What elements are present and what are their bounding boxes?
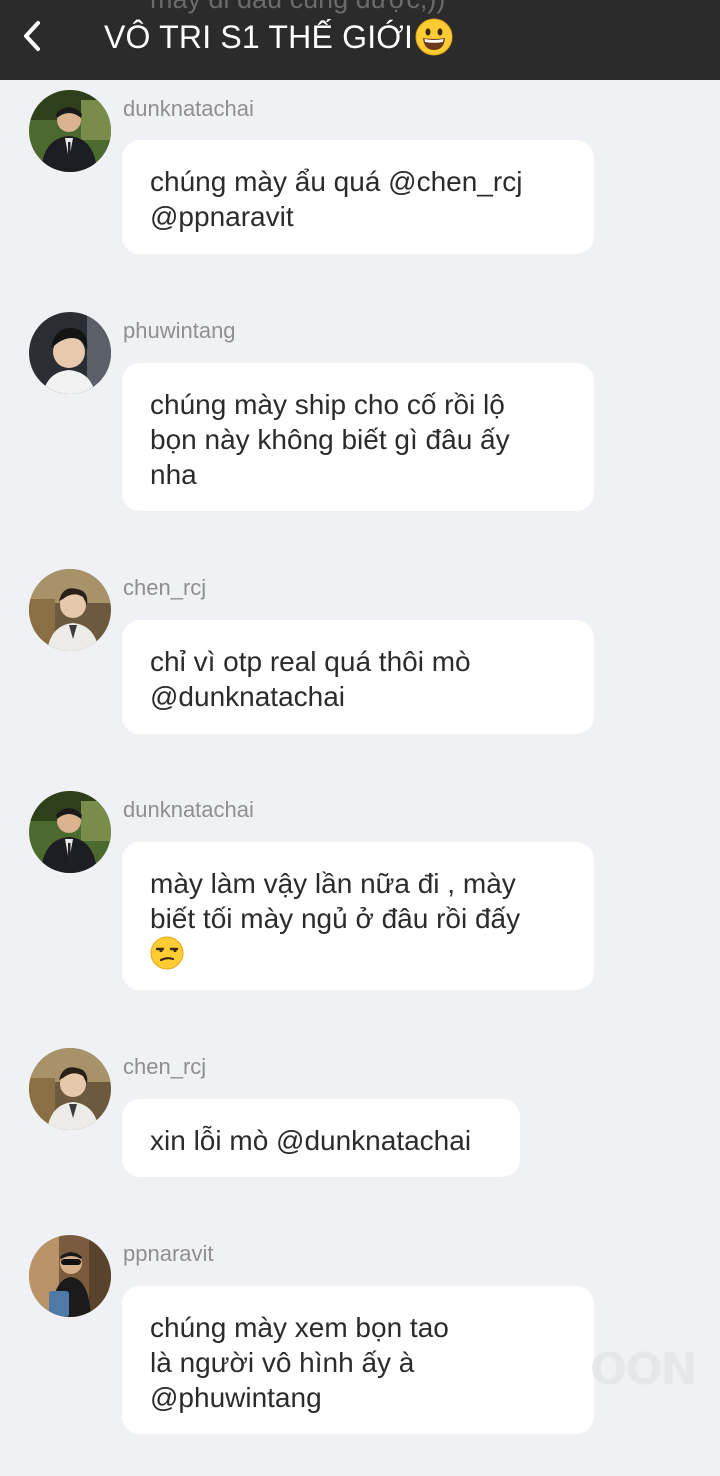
message-text-line: nha [150,459,197,490]
message-username: chen_rcj [123,575,207,600]
back-button[interactable] [10,14,54,58]
message-username: chen_rcj [123,1054,207,1079]
avatar-chen_rcj[interactable] [29,569,111,651]
message-emoji-line [150,936,566,978]
message-text-line: @dunknatachai [150,681,346,712]
avatar-dunknatachai[interactable] [29,791,111,873]
message-text-line: chỉ vì otp real quá thôi mò [150,646,471,677]
message-text-line: là người vô hình ấy à [150,1347,415,1378]
chevron-left-icon [24,21,40,51]
message-text-line: biết tối mày ngủ ở đâu rồi đấy [150,903,521,934]
message-bubble: mày làm vậy lần nữa đi , mày biết tối mà… [122,842,594,990]
message-text-line: @phuwintang [150,1382,322,1413]
message-text-line: chúng mày xem bọn tao [150,1312,449,1343]
message-text-line: xin lỗi mò @dunknatachai [150,1125,472,1156]
avatar-dunknatachai[interactable] [29,90,111,172]
unamused-face-icon [150,936,184,978]
message-bubble: chúng mày xem bọn tao là người vô hình ấ… [122,1286,594,1434]
chat-title-text: VÔ TRI S1 THẾ GIỚI [104,18,414,55]
message-bubble: chúng mày ẩu quá @chen_rcj @ppnaravit [122,140,594,254]
message-text-line: @ppnaravit [150,201,294,232]
chat-title: VÔ TRI S1 THẾ GIỚI [104,18,453,56]
message-username: phuwintang [123,318,236,343]
chat-header: mày đi đâu cũng được;)) VÔ TRI S1 THẾ GI… [0,0,720,80]
message-bubble: xin lỗi mò @dunknatachai [122,1099,520,1177]
grinning-face-icon [415,18,453,56]
avatar-chen_rcj[interactable] [29,1048,111,1130]
message-text-line: chúng mày ẩu quá @chen_rcj [150,166,523,197]
message-username: dunknatachai [123,96,254,121]
previous-message-peek: mày đi đâu cũng được;)) [150,0,445,15]
message-bubble: chỉ vì otp real quá thôi mò @dunknatacha… [122,620,594,734]
avatar-phuwintang[interactable] [29,312,111,394]
message-text-line: bọn này không biết gì đâu ấy [150,424,510,455]
message-text-line: chúng mày ship cho cố rồi lộ [150,389,505,420]
message-text-line: mày làm vậy lần nữa đi , mày [150,868,516,899]
message-username: ppnaravit [123,1241,214,1266]
app-watermark: OON [590,1344,698,1395]
message-bubble: chúng mày ship cho cố rồi lộ bọn này khô… [122,363,594,511]
message-username: dunknatachai [123,797,254,822]
avatar-ppnaravit[interactable] [29,1235,111,1317]
